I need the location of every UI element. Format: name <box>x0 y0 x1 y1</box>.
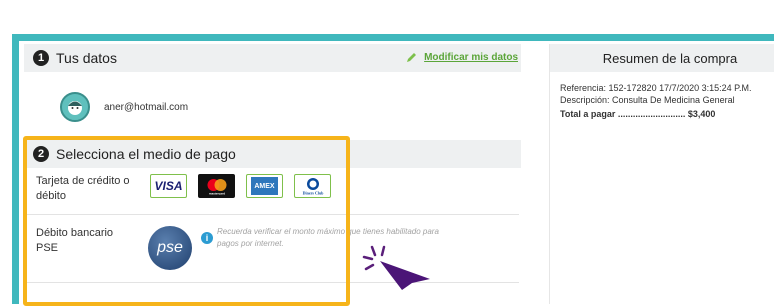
user-email: aner@hotmail.com <box>104 101 189 113</box>
summary-description: Descripción: Consulta De Medicina Genera… <box>560 95 735 105</box>
step1-number: 1 <box>33 50 49 66</box>
payment-highlight-box <box>23 136 350 306</box>
purchase-summary: Resumen de la compra Referencia: 152-172… <box>549 44 774 304</box>
pencil-icon <box>407 53 417 62</box>
summary-reference: Referencia: 152-172820 17/7/2020 3:15:24… <box>560 83 752 93</box>
summary-title: Resumen de la compra <box>550 44 774 72</box>
click-cursor-icon <box>362 245 430 290</box>
step1-title: Tus datos <box>56 50 117 66</box>
avatar-icon <box>60 92 90 122</box>
modify-data-link[interactable]: Modificar mis datos <box>405 51 518 64</box>
modify-data-label: Modificar mis datos <box>424 52 518 63</box>
step1-header: 1 Tus datos Modificar mis datos <box>24 44 521 72</box>
user-info: aner@hotmail.com <box>60 92 188 122</box>
summary-total: Total a pagar ..........................… <box>560 109 716 119</box>
